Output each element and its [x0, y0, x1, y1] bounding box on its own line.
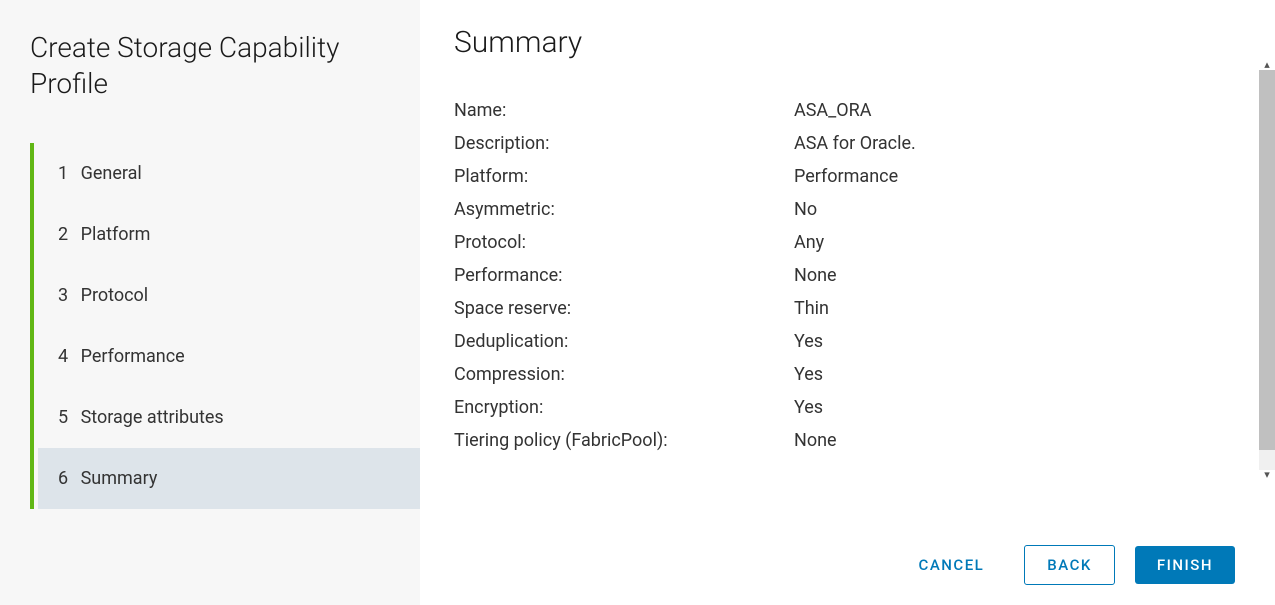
summary-row-asymmetric: Asymmetric: No: [454, 199, 1245, 220]
cancel-button[interactable]: CANCEL: [899, 546, 1005, 584]
summary-label: Compression:: [454, 364, 794, 385]
summary-label: Performance:: [454, 265, 794, 286]
nav-step-label: Platform: [81, 224, 151, 245]
summary-content: Name: ASA_ORA Description: ASA for Oracl…: [450, 100, 1245, 525]
scrollbar-thumb[interactable]: [1259, 70, 1275, 450]
summary-row-encryption: Encryption: Yes: [454, 397, 1245, 418]
summary-value: Performance: [794, 166, 1245, 187]
summary-label: Tiering policy (FabricPool):: [454, 430, 794, 451]
wizard-title: Create Storage Capability Profile: [30, 30, 420, 103]
nav-step-protocol[interactable]: 3 Protocol: [34, 265, 420, 326]
summary-row-platform: Platform: Performance: [454, 166, 1245, 187]
nav-step-label: Performance: [81, 346, 185, 367]
summary-value: ASA for Oracle.: [794, 133, 1245, 154]
summary-value: None: [794, 430, 1245, 451]
summary-value: Yes: [794, 364, 1245, 385]
finish-button[interactable]: FINISH: [1135, 546, 1235, 584]
nav-step-number: 1: [58, 163, 68, 184]
summary-row-description: Description: ASA for Oracle.: [454, 133, 1245, 154]
scrollbar-track[interactable]: [1259, 70, 1275, 470]
summary-label: Encryption:: [454, 397, 794, 418]
nav-step-label: Protocol: [81, 285, 149, 306]
summary-row-compression: Compression: Yes: [454, 364, 1245, 385]
summary-value: ASA_ORA: [794, 100, 1245, 121]
main-panel: Summary Name: ASA_ORA Description: ASA f…: [420, 0, 1275, 605]
nav-step-number: 2: [58, 224, 68, 245]
summary-row-name: Name: ASA_ORA: [454, 100, 1245, 121]
nav-step-number: 6: [58, 468, 68, 489]
nav-step-platform[interactable]: 2 Platform: [34, 204, 420, 265]
summary-value: Yes: [794, 397, 1245, 418]
wizard-nav: 1 General 2 Platform 3 Protocol 4 Perfor…: [30, 143, 420, 509]
summary-label: Space reserve:: [454, 298, 794, 319]
nav-step-label: Summary: [81, 468, 158, 489]
page-title: Summary: [454, 25, 1245, 60]
nav-step-number: 5: [58, 407, 68, 428]
nav-step-label: Storage attributes: [81, 407, 224, 428]
summary-value: Yes: [794, 331, 1245, 352]
summary-label: Protocol:: [454, 232, 794, 253]
scroll-down-icon[interactable]: ▾: [1261, 468, 1273, 481]
nav-step-performance[interactable]: 4 Performance: [34, 326, 420, 387]
nav-step-general[interactable]: 1 General: [34, 143, 420, 204]
nav-step-storage-attributes[interactable]: 5 Storage attributes: [34, 387, 420, 448]
summary-label: Asymmetric:: [454, 199, 794, 220]
summary-row-tiering-policy: Tiering policy (FabricPool): None: [454, 430, 1245, 451]
back-button[interactable]: BACK: [1024, 545, 1115, 585]
nav-step-summary[interactable]: 6 Summary: [38, 448, 420, 509]
summary-label: Platform:: [454, 166, 794, 187]
summary-label: Deduplication:: [454, 331, 794, 352]
summary-row-performance: Performance: None: [454, 265, 1245, 286]
summary-value: No: [794, 199, 1245, 220]
summary-value: None: [794, 265, 1245, 286]
summary-row-deduplication: Deduplication: Yes: [454, 331, 1245, 352]
summary-value: Thin: [794, 298, 1245, 319]
nav-step-number: 3: [58, 285, 68, 306]
wizard-footer: CANCEL BACK FINISH: [450, 525, 1245, 585]
summary-value: Any: [794, 232, 1245, 253]
wizard-sidebar: Create Storage Capability Profile 1 Gene…: [0, 0, 420, 605]
nav-step-label: General: [81, 163, 142, 184]
summary-row-protocol: Protocol: Any: [454, 232, 1245, 253]
nav-step-number: 4: [58, 346, 68, 367]
summary-label: Description:: [454, 133, 794, 154]
summary-label: Name:: [454, 100, 794, 121]
summary-row-space-reserve: Space reserve: Thin: [454, 298, 1245, 319]
